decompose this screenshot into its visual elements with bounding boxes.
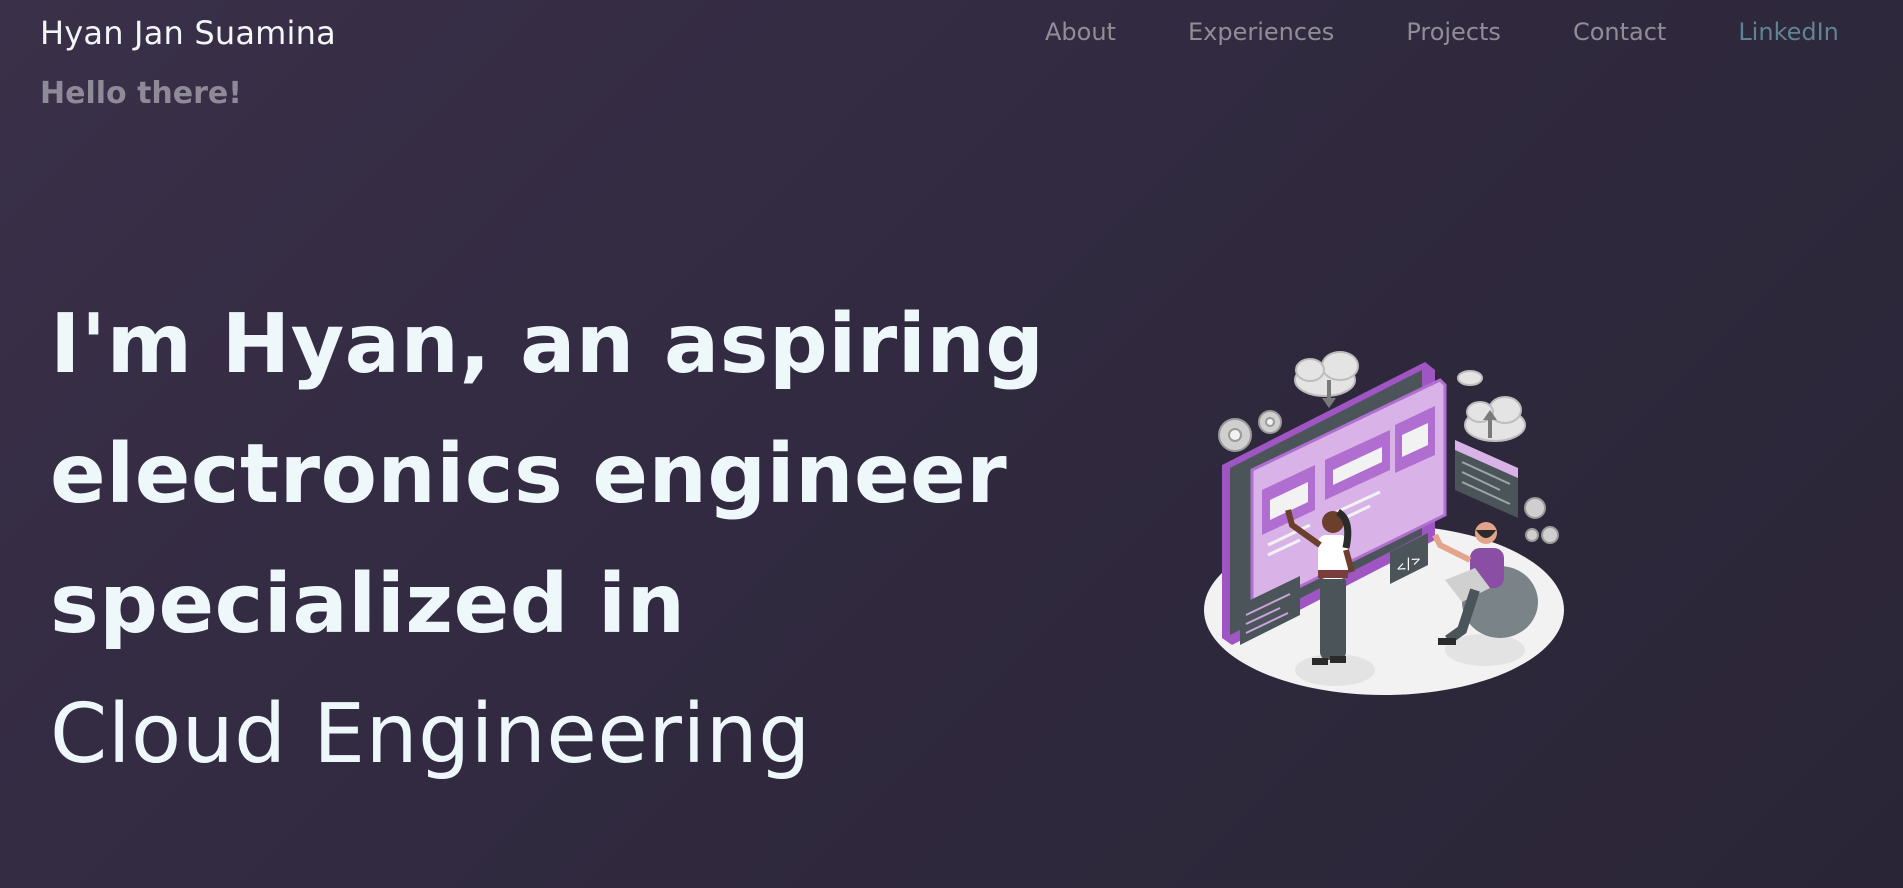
team-working-illustration: </> <box>1200 340 1570 730</box>
nav-contact-link[interactable]: Contact <box>1573 18 1666 46</box>
hero-line-3: specialized in <box>50 557 686 652</box>
nav-about-link[interactable]: About <box>1045 18 1116 46</box>
site-brand[interactable]: Hyan Jan Suamina <box>40 14 336 52</box>
hero-line-1: I'm Hyan, an aspiring <box>50 297 1045 392</box>
nav-projects-link[interactable]: Projects <box>1406 18 1501 46</box>
nav-linkedin-link[interactable]: LinkedIn <box>1738 18 1839 46</box>
nav-experiences-link[interactable]: Experiences <box>1188 18 1334 46</box>
hero-greeting: Hello there! <box>40 76 242 111</box>
gear-icon <box>1524 497 1559 544</box>
hero-heading: I'm Hyan, an aspiring electronics engine… <box>50 280 1045 800</box>
hero-line-2: electronics engineer <box>50 427 1008 522</box>
hero-role: Cloud Engineering <box>50 687 811 782</box>
main-nav: About Experiences Projects Contact Linke… <box>1045 18 1839 46</box>
team-working-illustration-svg: </> <box>1204 351 1564 695</box>
cloud-download-icon <box>1294 351 1359 397</box>
